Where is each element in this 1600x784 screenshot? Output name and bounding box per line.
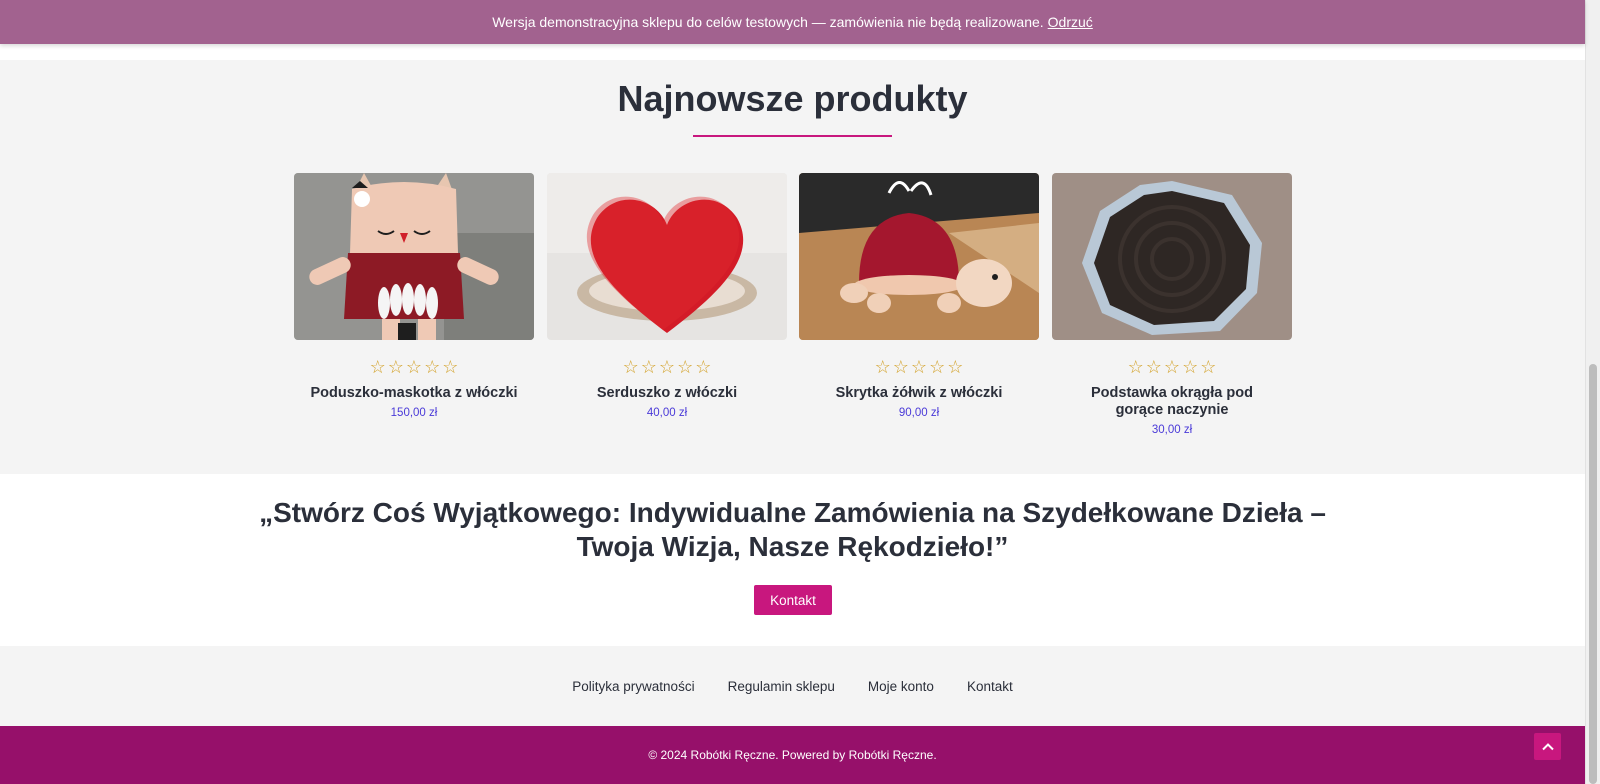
product-card[interactable]: ☆ ☆ ☆ ☆ ☆ Podstawka okrągła pod gorące n… — [1052, 173, 1292, 436]
product-name[interactable]: Poduszko-maskotka z włóczki — [309, 385, 519, 402]
product-card[interactable]: ☆ ☆ ☆ ☆ ☆ Skrytka żółwik z włóczki 90,00… — [799, 173, 1039, 419]
product-name[interactable]: Skrytka żółwik z włóczki — [814, 385, 1024, 402]
star-outline-icon: ☆ — [929, 357, 946, 377]
latest-products-section: Najnowsze produkty ☆ ☆ ☆ ☆ ☆ Poduszko-ma… — [0, 60, 1585, 474]
title-underline — [693, 135, 892, 137]
footer-link-store-terms[interactable]: Regulamin sklepu — [728, 679, 835, 694]
star-outline-icon: ☆ — [1200, 357, 1217, 377]
product-image-turtle[interactable] — [799, 173, 1039, 340]
star-outline-icon: ☆ — [1127, 357, 1144, 377]
section-title: Najnowsze produkty — [617, 78, 968, 119]
footer-navigation: Polityka prywatności Regulamin sklepu Mo… — [0, 646, 1585, 726]
dismiss-notice-link[interactable]: Odrzuć — [1048, 14, 1093, 30]
star-outline-icon: ☆ — [1163, 357, 1181, 377]
site-footer: © 2024 Robótki Ręczne. Powered by Robótk… — [0, 726, 1585, 784]
rating-stars: ☆ ☆ ☆ ☆ ☆ — [799, 357, 1039, 379]
star-outline-icon: ☆ — [622, 357, 639, 377]
footer-link-privacy-policy[interactable]: Polityka prywatności — [572, 679, 694, 694]
star-outline-icon: ☆ — [424, 357, 441, 377]
header-spacer — [0, 44, 1585, 60]
product-price: 30,00 zł — [1151, 424, 1193, 436]
product-price: 40,00 zł — [646, 407, 688, 419]
demo-store-notice: Wersja demonstracyjna sklepu do celów te… — [0, 0, 1585, 44]
star-outline-icon: ☆ — [874, 357, 891, 377]
footer-link-my-account[interactable]: Moje konto — [868, 679, 934, 694]
product-price: 150,00 zł — [390, 407, 438, 419]
product-name[interactable]: Podstawka okrągła pod gorące naczynie — [1067, 385, 1277, 419]
star-outline-icon: ☆ — [387, 357, 404, 377]
product-card[interactable]: ☆ ☆ ☆ ☆ ☆ Poduszko-maskotka z włóczki 15… — [294, 173, 534, 419]
star-outline-icon: ☆ — [640, 357, 657, 377]
back-to-top-button[interactable] — [1534, 733, 1561, 760]
product-image-trivet[interactable] — [1052, 173, 1292, 340]
star-outline-icon: ☆ — [369, 357, 386, 377]
page-scrollbar[interactable] — [1585, 0, 1600, 784]
product-name[interactable]: Serduszko z włóczki — [562, 385, 772, 402]
star-outline-icon: ☆ — [910, 357, 928, 377]
chevron-up-icon — [1541, 742, 1554, 750]
star-outline-icon: ☆ — [1145, 357, 1162, 377]
star-outline-icon: ☆ — [947, 357, 964, 377]
star-outline-icon: ☆ — [892, 357, 909, 377]
star-outline-icon: ☆ — [658, 357, 676, 377]
rating-stars: ☆ ☆ ☆ ☆ ☆ — [547, 357, 787, 379]
star-outline-icon: ☆ — [442, 357, 459, 377]
star-outline-icon: ☆ — [695, 357, 712, 377]
star-outline-icon: ☆ — [405, 357, 423, 377]
product-card[interactable]: ☆ ☆ ☆ ☆ ☆ Serduszko z włóczki 40,00 zł — [547, 173, 787, 419]
rating-stars: ☆ ☆ ☆ ☆ ☆ — [294, 357, 534, 379]
star-outline-icon: ☆ — [1182, 357, 1199, 377]
scrollbar-thumb[interactable] — [1589, 364, 1597, 784]
copyright-text: © 2024 Robótki Ręczne. Powered by Robótk… — [648, 748, 937, 762]
product-price: 90,00 zł — [898, 407, 940, 419]
product-image-heart[interactable] — [547, 173, 787, 340]
notice-text: Wersja demonstracyjna sklepu do celów te… — [492, 14, 1044, 30]
custom-order-cta: „Stwórz Coś Wyjątkowego: Indywidualne Za… — [0, 474, 1585, 646]
contact-button[interactable]: Kontakt — [754, 585, 832, 615]
star-outline-icon: ☆ — [677, 357, 694, 377]
cta-title: „Stwórz Coś Wyjątkowego: Indywidualne Za… — [259, 497, 1326, 562]
rating-stars: ☆ ☆ ☆ ☆ ☆ — [1052, 357, 1292, 379]
product-image-owl-pillow[interactable] — [294, 173, 534, 340]
footer-link-contact[interactable]: Kontakt — [967, 679, 1013, 694]
